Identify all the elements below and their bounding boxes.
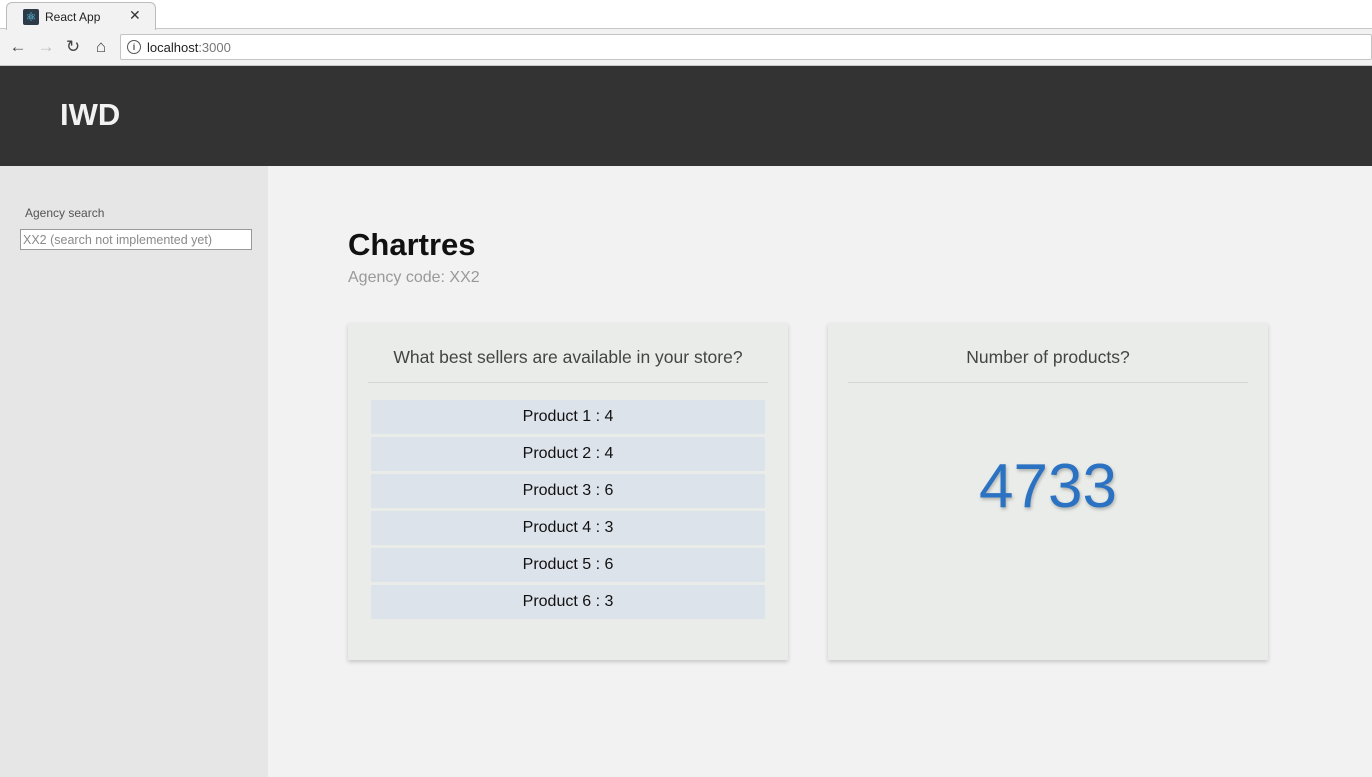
app-header: IWD xyxy=(0,66,1372,166)
list-item: Product 2 : 4 xyxy=(371,437,765,471)
forward-arrow-icon[interactable]: → xyxy=(35,36,57,58)
back-arrow-icon[interactable]: ← xyxy=(7,36,29,58)
products-count-card: Number of products? 4733 xyxy=(828,323,1268,660)
url-host: localhost xyxy=(147,40,199,55)
close-tab-icon[interactable]: ✕ xyxy=(129,7,141,24)
best-sellers-card: What best sellers are available in your … xyxy=(348,323,788,660)
products-count-value: 4733 xyxy=(979,452,1117,521)
browser-toolbar: ← → ↻ ⌂ i localhost:3000 xyxy=(0,30,1372,66)
url-text[interactable]: localhost:3000 xyxy=(147,40,231,55)
agency-name-heading: Chartres xyxy=(348,227,476,262)
best-sellers-title: What best sellers are available in your … xyxy=(393,347,743,367)
url-port: :3000 xyxy=(198,40,231,55)
list-item: Product 1 : 4 xyxy=(371,400,765,434)
tab-title: React App xyxy=(45,10,101,24)
react-favicon-icon: ⚛ xyxy=(23,9,39,25)
list-item: Product 6 : 3 xyxy=(371,585,765,619)
site-info-icon[interactable]: i xyxy=(127,40,141,54)
list-item: Product 3 : 6 xyxy=(371,474,765,508)
agency-search-input[interactable] xyxy=(20,229,252,250)
best-sellers-list: Product 1 : 4 Product 2 : 4 Product 3 : … xyxy=(371,400,765,622)
list-item: Product 4 : 3 xyxy=(371,511,765,545)
list-item: Product 5 : 6 xyxy=(371,548,765,582)
sidebar: Agency search xyxy=(0,166,268,777)
agency-search-label: Agency search xyxy=(25,206,105,220)
brand-logo-text: IWD xyxy=(60,97,121,132)
card-divider xyxy=(848,382,1248,383)
browser-tab[interactable]: ⚛ React App ✕ xyxy=(6,2,156,30)
home-icon[interactable]: ⌂ xyxy=(90,36,112,58)
reload-icon[interactable]: ↻ xyxy=(62,36,84,58)
address-bar[interactable]: i localhost:3000 xyxy=(120,34,1372,60)
main-content: Chartres Agency code: XX2 What best sell… xyxy=(268,166,1372,777)
tab-strip: ⚛ React App ✕ xyxy=(0,0,1372,30)
agency-code-text: Agency code: XX2 xyxy=(348,269,480,286)
card-divider xyxy=(368,382,768,383)
browser-chrome: ⚛ React App ✕ ← → ↻ ⌂ i localhost:3000 xyxy=(0,0,1372,66)
products-count-title: Number of products? xyxy=(966,347,1130,367)
